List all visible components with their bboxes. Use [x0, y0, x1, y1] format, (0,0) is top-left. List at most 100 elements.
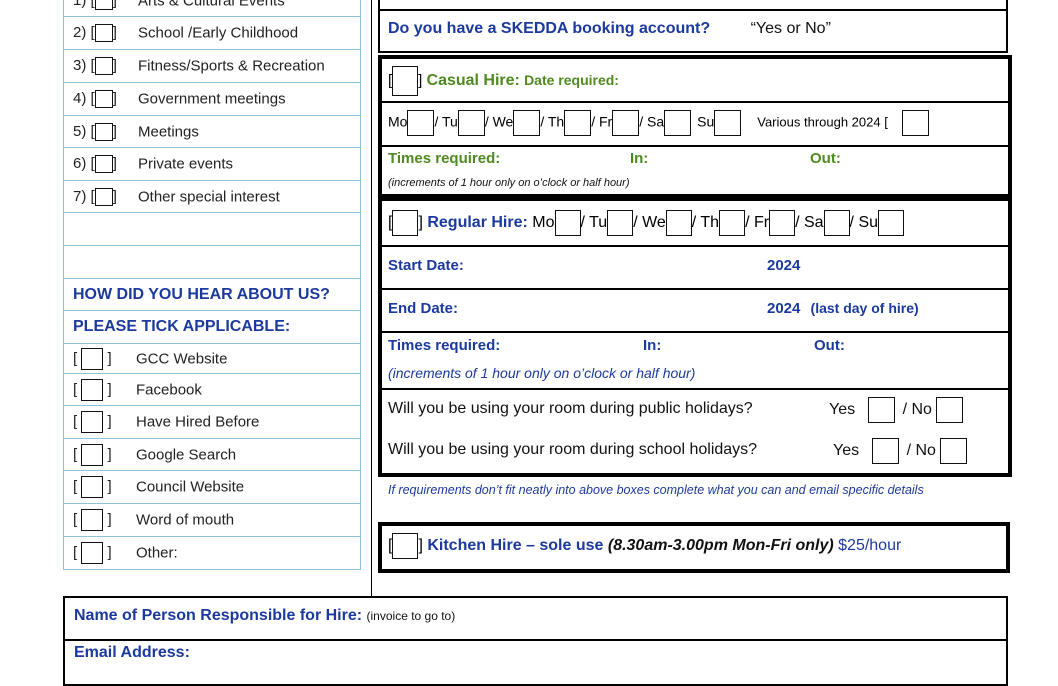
source-label: Have Hired Before — [136, 413, 260, 431]
activity-number: 1) — [73, 0, 87, 9]
invoice-note: (invoice to go to) — [366, 609, 456, 623]
end-date-year: 2024 — [767, 300, 801, 317]
casual-times-label: Times required: — [388, 150, 501, 167]
kitchen-hire-checkbox[interactable] — [392, 533, 419, 559]
source-row: [ ] Other: — [63, 537, 361, 570]
tick-applicable-row: PLEASE TICK APPLICABLE: — [63, 311, 361, 344]
activity-row: 2) [] School /Early Childhood — [63, 17, 361, 50]
source-checkbox[interactable] — [81, 509, 104, 531]
hear-about-heading-row: HOW DID YOU HEAR ABOUT US? — [63, 279, 361, 311]
source-checkbox[interactable] — [81, 476, 104, 498]
activity-checkbox[interactable] — [94, 187, 113, 206]
start-date-label: Start Date: — [388, 257, 464, 274]
source-label: Google Search — [136, 446, 237, 463]
day-label: Mo — [388, 113, 408, 130]
regular-day-checkbox[interactable] — [665, 210, 692, 236]
regular-day-checkbox[interactable] — [607, 210, 634, 236]
activity-number: 7) — [73, 187, 87, 205]
source-label: Word of mouth — [136, 511, 235, 529]
end-date-label: End Date: — [388, 300, 459, 317]
day-label: / Th — [691, 214, 720, 232]
casual-hire-title: Casual Hire: — [426, 71, 520, 89]
activity-row: 3) [] Fitness/Sports & Recreation — [63, 50, 361, 83]
no-label: / No — [906, 442, 936, 460]
activity-label: Fitness/Sports & Recreation — [138, 57, 325, 75]
casual-day-checkbox[interactable] — [714, 110, 742, 136]
activity-row: 5) [] Meetings — [63, 116, 361, 148]
activity-label: Other special interest — [138, 188, 280, 205]
day-label: / Sa — [639, 113, 665, 130]
public-yes-checkbox[interactable] — [867, 397, 895, 423]
casual-day-checkbox[interactable] — [457, 110, 485, 136]
activity-label: School /Early Childhood — [138, 24, 299, 42]
day-label: / Th — [540, 113, 565, 130]
day-label: / Sa — [795, 214, 824, 232]
day-label: / We — [633, 214, 666, 232]
hear-about-heading: HOW DID YOU HEAR ABOUT US? — [73, 285, 330, 303]
no-label: / No — [902, 401, 932, 419]
day-label: / Tu — [434, 113, 458, 130]
regular-day-checkbox[interactable] — [554, 210, 581, 236]
public-no-checkbox[interactable] — [936, 397, 964, 423]
source-row: [ ] Facebook — [63, 374, 361, 406]
activity-checkbox[interactable] — [94, 155, 113, 174]
kitchen-price: $25/hour — [838, 537, 902, 555]
regular-in-label: In: — [643, 337, 662, 354]
day-label: / Su — [849, 214, 879, 232]
source-checkbox[interactable] — [81, 411, 104, 433]
day-label: / We — [484, 113, 514, 130]
casual-day-checkbox[interactable] — [513, 110, 541, 136]
kitchen-hours: (8.30am-3.00pm Mon-Fri only) — [607, 537, 834, 555]
date-required-label: Date required: — [524, 71, 619, 88]
day-label: / Fr — [591, 113, 613, 130]
activity-row: 1) [] Arts & Cultural Events — [63, 0, 361, 17]
casual-day-checkbox[interactable] — [664, 110, 692, 136]
source-checkbox[interactable] — [81, 443, 104, 466]
regular-note: (increments of 1 hour only on o’clock or… — [388, 365, 696, 381]
casual-day-checkbox[interactable] — [564, 110, 592, 136]
yes-label: Yes — [829, 401, 856, 419]
school-holidays-question: Will you be using your room during schoo… — [388, 441, 758, 458]
activity-number: 4) — [73, 89, 87, 107]
activity-checkbox[interactable] — [94, 122, 113, 141]
day-label: Su — [697, 113, 715, 130]
casual-day-checkbox[interactable] — [612, 110, 640, 136]
regular-day-checkbox[interactable] — [719, 210, 746, 236]
school-no-checkbox[interactable] — [940, 438, 968, 464]
school-yes-checkbox[interactable] — [871, 438, 899, 464]
source-row: [ ] Have Hired Before — [63, 406, 361, 439]
casual-in-label: In: — [630, 150, 649, 167]
regular-day-checkbox[interactable] — [769, 210, 796, 236]
start-date-year[interactable]: 2024 — [767, 257, 800, 274]
column-divider — [371, 0, 372, 596]
activity-row: 7) [] Other special interest — [63, 181, 361, 213]
activity-checkbox[interactable] — [94, 90, 113, 109]
end-date-field[interactable]: 2024 (last day of hire) — [767, 300, 919, 317]
source-row: [ ] GCC Website — [63, 344, 361, 374]
various-checkbox[interactable] — [901, 110, 929, 136]
yes-label: Yes — [833, 442, 860, 460]
activity-checkbox[interactable] — [94, 0, 113, 11]
casual-day-checkbox[interactable] — [407, 110, 435, 136]
public-holidays-question: Will you be using your room during publi… — [388, 400, 753, 417]
casual-hire-checkbox[interactable] — [392, 66, 419, 96]
regular-day-checkbox[interactable] — [878, 210, 905, 236]
day-label: / Tu — [580, 214, 608, 232]
activity-number: 3) — [73, 56, 87, 74]
skedda-answer[interactable]: “Yes or No” — [751, 20, 831, 37]
source-row: [ ] Google Search — [63, 439, 361, 471]
activity-label: Meetings — [138, 123, 199, 140]
casual-out-label: Out: — [810, 150, 841, 167]
regular-days-row: [] Regular Hire: Mo / Tu / We / Th / Fr / Sa /… — [388, 210, 905, 236]
activity-checkbox[interactable] — [94, 24, 113, 43]
activity-label: Government meetings — [138, 90, 286, 108]
source-checkbox[interactable] — [81, 378, 104, 401]
source-checkbox[interactable] — [81, 347, 104, 370]
day-label: / Fr — [745, 214, 770, 232]
source-checkbox[interactable] — [81, 542, 104, 564]
regular-hire-checkbox[interactable] — [392, 210, 419, 236]
source-label: Facebook — [136, 381, 202, 398]
regular-day-checkbox[interactable] — [823, 210, 850, 236]
skedda-row: Do you have a SKEDDA booking account? “Y… — [388, 20, 831, 38]
activity-checkbox[interactable] — [94, 57, 113, 76]
